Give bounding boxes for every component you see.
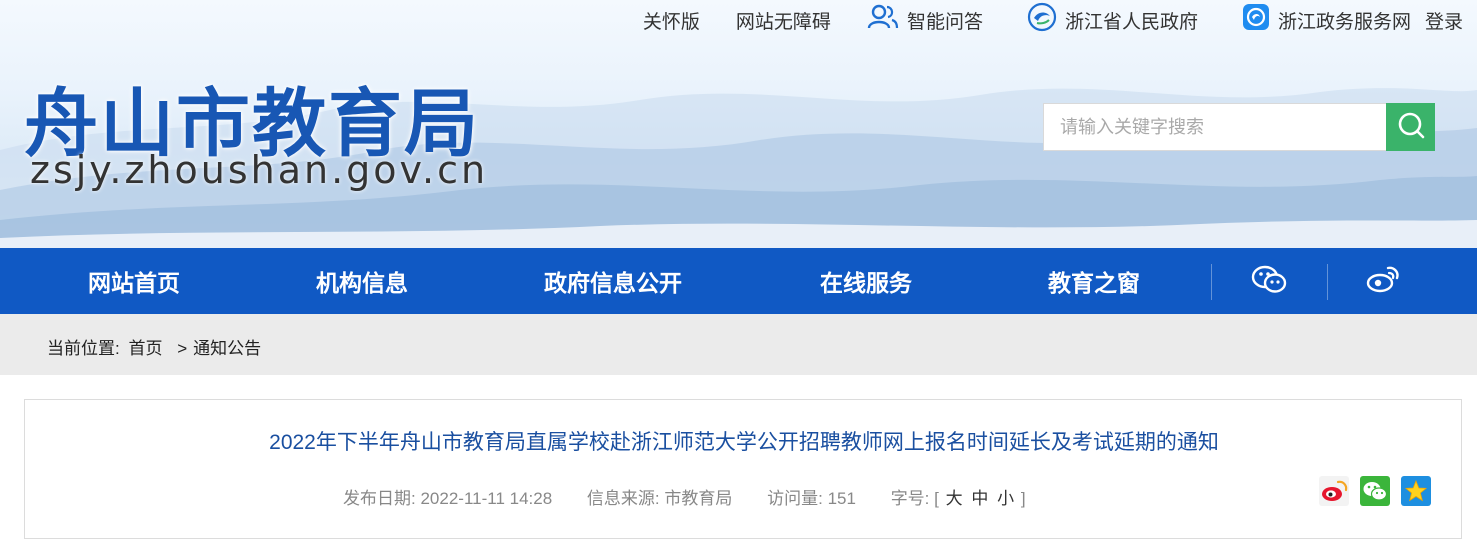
service-net-link[interactable]: 浙江政务服务网	[1242, 3, 1411, 37]
users-icon	[867, 4, 899, 36]
header-banner: 关怀版 网站无障碍 智能问答 浙江省人民政府 浙江政务服务网 登录 舟山市教育局…	[0, 0, 1477, 248]
nav-divider	[1211, 264, 1212, 300]
info-source-label: 信息来源:	[586, 489, 660, 508]
login-label: 登录	[1424, 11, 1463, 33]
breadcrumb-separator: >	[177, 339, 188, 358]
breadcrumb: 当前位置: 首页 > 通知公告	[0, 314, 1477, 375]
login-link[interactable]: 登录	[1425, 7, 1463, 34]
accessibility-link[interactable]: 网站无障碍	[736, 7, 831, 34]
nav-item-organization[interactable]: 机构信息	[316, 248, 408, 314]
search-input[interactable]	[1043, 103, 1386, 151]
font-size-bracket-close: ]	[1020, 489, 1026, 508]
info-source: 信息来源: 市教育局	[587, 489, 732, 508]
publish-date-label: 发布日期:	[343, 489, 416, 508]
smart-qa-label: 智能问答	[906, 11, 983, 33]
nav-item-gov-info[interactable]: 政府信息公开	[544, 248, 682, 314]
province-gov-link[interactable]: 浙江省人民政府	[1027, 2, 1198, 38]
nav-divider	[1327, 264, 1328, 300]
breadcrumb-label: 当前位置:	[47, 339, 120, 358]
article-meta: 发布日期: 2022-11-11 14:28 信息来源: 市教育局 访问量: 1…	[343, 484, 1026, 509]
font-size-control: 字号: [ 大 中 小 ]	[891, 489, 1026, 508]
article-panel: 2022年下半年舟山市教育局直属学校赴浙江师范大学公开招聘教师网上报名时间延长及…	[24, 399, 1462, 539]
care-mode-link[interactable]: 关怀版	[643, 7, 700, 34]
publish-date-value: 2022-11-11 14:28	[420, 489, 553, 508]
service-net-label: 浙江政务服务网	[1277, 11, 1411, 33]
font-size-bracket-open: [	[934, 489, 939, 508]
accessibility-label: 网站无障碍	[735, 11, 831, 33]
view-count-value: 151	[827, 489, 856, 508]
wechat-icon[interactable]	[1250, 264, 1288, 301]
info-source-value: 市教育局	[664, 489, 733, 508]
nav-item-education-window[interactable]: 教育之窗	[1048, 248, 1140, 314]
care-mode-label: 关怀版	[642, 11, 700, 33]
search-icon	[1397, 111, 1425, 144]
province-gov-label: 浙江省人民政府	[1064, 11, 1198, 33]
search-box	[1043, 103, 1435, 151]
view-count: 访问量: 151	[767, 489, 856, 508]
publish-date: 发布日期: 2022-11-11 14:28	[343, 489, 552, 508]
province-gov-logo-icon	[1027, 2, 1057, 38]
search-button[interactable]	[1386, 103, 1435, 151]
font-size-medium-button[interactable]: 中	[971, 489, 988, 508]
site-logo-url: zsjy.zhoushan.gov.cn	[30, 148, 489, 192]
font-size-large-button[interactable]: 大	[946, 489, 963, 508]
qzone-share-icon[interactable]	[1401, 476, 1431, 506]
nav-item-online-service[interactable]: 在线服务	[820, 248, 912, 314]
breadcrumb-current-link[interactable]: 通知公告	[193, 339, 261, 358]
view-count-label: 访问量:	[767, 489, 823, 508]
article-title: 2022年下半年舟山市教育局直属学校赴浙江师范大学公开招聘教师网上报名时间延长及…	[269, 431, 1219, 454]
smart-qa-link[interactable]: 智能问答	[867, 4, 983, 36]
wechat-share-icon[interactable]	[1360, 476, 1390, 506]
service-net-logo-icon	[1242, 3, 1270, 37]
top-links-bar: 关怀版 网站无障碍 智能问答 浙江省人民政府 浙江政务服务网 登录	[643, 2, 1477, 37]
main-nav: 网站首页 机构信息 政府信息公开 在线服务 教育之窗	[0, 248, 1477, 314]
weibo-icon[interactable]	[1366, 264, 1402, 299]
font-size-small-button[interactable]: 小	[997, 489, 1014, 508]
nav-item-home[interactable]: 网站首页	[88, 248, 180, 314]
breadcrumb-home-link[interactable]: 首页	[128, 339, 162, 358]
weibo-share-icon[interactable]	[1319, 476, 1349, 506]
font-size-label: 字号:	[890, 489, 930, 508]
